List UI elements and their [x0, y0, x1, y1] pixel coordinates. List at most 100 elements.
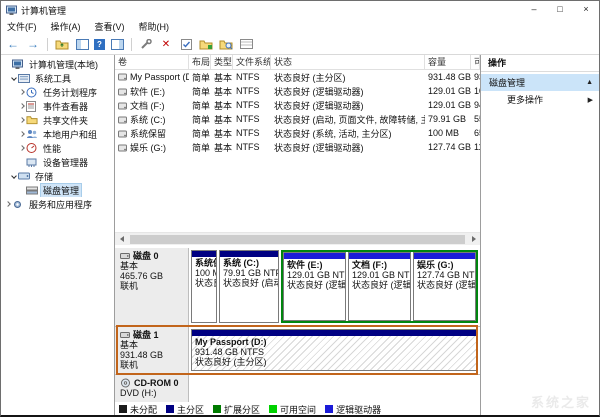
extended-partition-group: 软件 (E:) 129.01 GB NT 状态良好 (逻辑 文档 (F:) 129.0… — [281, 250, 478, 323]
tree-item-label: 性能 — [43, 143, 62, 154]
expander-right-icon[interactable] — [3, 201, 12, 207]
shared-folders-icon — [26, 115, 38, 126]
tree-item-label: 任务计划程序 — [43, 87, 98, 98]
col-filesystem[interactable]: 文件系统 — [233, 55, 271, 69]
computer-icon — [12, 59, 24, 70]
tree-item-local-users-groups[interactable]: 本地用户和组 — [1, 127, 114, 141]
delete-volume-icon[interactable]: ✕ — [158, 37, 174, 52]
cdrom-0-info[interactable]: CD-ROM 0 DVD (H:) — [115, 375, 189, 402]
partition-system-c[interactable]: 系统 (C:) 79.91 GB NTF 状态良好 (启动 — [219, 250, 279, 323]
disk-0-info[interactable]: 磁盘 0 基本 465.76 GB 联机 — [115, 248, 189, 326]
expander-right-icon[interactable] — [17, 145, 26, 151]
toolbar: ← → ? ✕ — [1, 34, 599, 55]
col-status[interactable]: 状态 — [271, 55, 425, 69]
console-tree-icon[interactable] — [74, 37, 90, 52]
volume-list-header: 卷 布局 类型 文件系统 状态 容量 可用空间 — [115, 55, 480, 70]
storage-icon — [18, 171, 30, 182]
menu-file[interactable]: 文件(F) — [7, 20, 37, 33]
disk-1-info[interactable]: 磁盘 1 基本 931.48 GB 联机 — [115, 327, 189, 374]
cdrom-drive-letter: DVD (H:) — [120, 388, 157, 398]
partition-my-passport-d[interactable]: My Passport (D:) 931.48 GB NTFS 状态良好 (主分区) — [191, 329, 478, 371]
disk-1-row: 磁盘 1 基本 931.48 GB 联机 My Passport (D:) 931… — [115, 325, 480, 375]
scroll-right-icon[interactable] — [467, 233, 480, 246]
tree-item-label: 事件查看器 — [43, 101, 89, 112]
partition-system-reserved[interactable]: 系统保留100 MB NTFS状态良好 (系统 — [191, 250, 217, 323]
col-capacity[interactable]: 容量 — [425, 55, 471, 69]
partition-legend: 未分配 主分区 扩展分区 可用空间 逻辑驱动器 — [115, 402, 480, 415]
collapse-icon[interactable]: ▲ — [586, 79, 593, 86]
maximize-button[interactable]: □ — [547, 1, 573, 19]
volume-row[interactable]: 文档 (F:) 简单基本NTFS状态良好 (逻辑驱动器)129.01 GB94 — [115, 98, 480, 112]
more-actions-item[interactable]: 更多操作 ▶ — [481, 91, 599, 108]
volume-row[interactable]: 系统保留 简单基本NTFS状态良好 (系统, 活动, 主分区)100 MB65 — [115, 126, 480, 140]
wrench-icon[interactable] — [138, 37, 154, 52]
col-volume[interactable]: 卷 — [115, 55, 189, 69]
tree-item-label: 设备管理器 — [43, 157, 89, 168]
toolbar-separator — [47, 37, 48, 51]
panel-view-icon[interactable] — [238, 37, 254, 52]
tree-item-task-scheduler[interactable]: 任务计划程序 — [1, 85, 114, 99]
extended-color-swatch — [213, 405, 222, 413]
cdrom-0-row: CD-ROM 0 DVD (H:) — [115, 375, 480, 402]
services-icon — [12, 199, 24, 210]
computer-management-window: 计算机管理 – □ × 文件(F) 操作(A) 查看(V) 帮助(H) ← → … — [0, 0, 600, 417]
volume-row[interactable]: My Passport (D:) 简单基本NTFS状态良好 (主分区)931.4… — [115, 70, 480, 84]
close-button[interactable]: × — [573, 1, 599, 19]
scrollbar-thumb[interactable] — [130, 234, 465, 244]
up-folder-icon[interactable] — [54, 37, 70, 52]
open-folder-icon[interactable] — [198, 37, 214, 52]
horizontal-scrollbar[interactable] — [115, 232, 480, 245]
col-free-space[interactable]: 可用空间 — [471, 55, 480, 69]
tree-item-computer-management[interactable]: 计算机管理(本地) — [1, 57, 114, 71]
free-space-color-swatch — [269, 405, 278, 413]
col-layout[interactable]: 布局 — [189, 55, 211, 69]
app-icon — [6, 5, 17, 15]
tree-item-event-viewer[interactable]: 事件查看器 — [1, 99, 114, 113]
event-viewer-icon — [26, 100, 38, 112]
tree-item-device-manager[interactable]: 设备管理器 — [1, 155, 114, 169]
help-icon[interactable]: ? — [94, 38, 105, 50]
expander-right-icon[interactable] — [17, 103, 26, 109]
expander-down-icon[interactable] — [9, 173, 18, 179]
partition-documents-f[interactable]: 文档 (F:) 129.01 GB NTI 状态良好 (逻辑 — [348, 252, 411, 321]
volume-row[interactable]: 系统 (C:) 简单基本NTFS状态良好 (启动, 页面文件, 故障转储, 主分… — [115, 112, 480, 126]
menu-action[interactable]: 操作(A) — [51, 20, 81, 33]
col-type[interactable]: 类型 — [211, 55, 233, 69]
menu-bar: 文件(F) 操作(A) 查看(V) 帮助(H) — [1, 19, 599, 34]
back-icon[interactable]: ← — [5, 37, 21, 52]
expander-down-icon[interactable] — [9, 75, 18, 81]
disk-1-type: 基本 — [120, 340, 139, 350]
volume-row[interactable]: 软件 (E:) 简单基本NTFS状态良好 (逻辑驱动器)129.01 GB10 — [115, 84, 480, 98]
menu-help[interactable]: 帮助(H) — [139, 20, 170, 33]
cd-rom-icon — [121, 378, 130, 388]
local-users-icon — [26, 129, 38, 140]
explore-folder-icon[interactable] — [218, 37, 234, 52]
unallocated-color-swatch — [119, 405, 127, 413]
forward-icon[interactable]: → — [25, 37, 41, 52]
expander-right-icon[interactable] — [17, 131, 26, 137]
scroll-left-icon[interactable] — [115, 233, 128, 246]
disk-0-row: 磁盘 0 基本 465.76 GB 联机 系统保留100 MB NTFS状态良好… — [115, 248, 480, 327]
expander-right-icon[interactable] — [17, 117, 26, 123]
menu-view[interactable]: 查看(V) — [95, 20, 125, 33]
partition-software-e[interactable]: 软件 (E:) 129.01 GB NT 状态良好 (逻辑 — [283, 252, 346, 321]
disk-0-type: 基本 — [120, 261, 139, 271]
disk-0-size: 465.76 GB — [120, 271, 164, 281]
actions-group-disk-management[interactable]: 磁盘管理 ▲ — [481, 74, 599, 91]
tree-item-services-applications[interactable]: 服务和应用程序 — [1, 197, 114, 211]
tree-item-storage[interactable]: 存储 — [1, 169, 114, 183]
disk-management-pane: 卷 布局 类型 文件系统 状态 容量 可用空间 My Passport (D:)… — [115, 55, 481, 415]
tree-item-shared-folders[interactable]: 共享文件夹 — [1, 113, 114, 127]
tree-item-performance[interactable]: 性能 — [1, 141, 114, 155]
properties-icon[interactable] — [178, 37, 194, 52]
console-tree-pane: 计算机管理(本地) 系统工具 任务计划程序 事件查看器 共享文件夹 本地用户和组… — [1, 55, 115, 415]
tree-item-system-tools[interactable]: 系统工具 — [1, 71, 114, 85]
expander-right-icon[interactable] — [17, 89, 26, 95]
volume-row[interactable]: 娱乐 (G:) 简单基本NTFS状态良好 (逻辑驱动器)127.74 GB11 — [115, 140, 480, 154]
tree-item-disk-management[interactable]: 磁盘管理 — [1, 183, 114, 197]
tree-item-label: 共享文件夹 — [43, 115, 89, 126]
partition-entertainment-g[interactable]: 娱乐 (G:) 127.74 GB NTI 状态良好 (逻辑 — [413, 252, 476, 321]
action-pane-icon[interactable] — [109, 37, 125, 52]
minimize-button[interactable]: – — [521, 1, 547, 19]
actions-pane: 操作 磁盘管理 ▲ 更多操作 ▶ — [481, 55, 599, 415]
